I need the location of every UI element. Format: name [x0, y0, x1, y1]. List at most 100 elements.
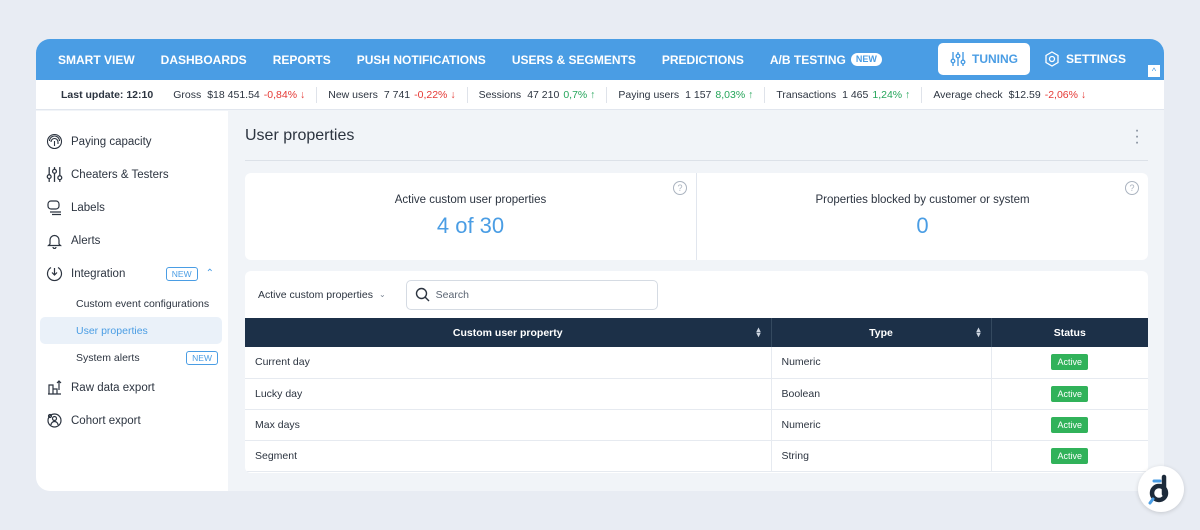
table-row[interactable]: Current day Numeric Active [245, 347, 1148, 379]
table-row[interactable]: Lucky day Boolean Active [245, 378, 1148, 410]
sidebar-subitem-label: User properties [76, 324, 148, 337]
stats-bar: Last update: 12:10 Gross $18 451.54 -0,8… [36, 80, 1164, 110]
properties-filter-dropdown[interactable]: Active custom properties ⌄ [258, 289, 386, 301]
nav-right-group: TUNING SETTINGS [937, 43, 1126, 75]
sidebar-subitem-label: Custom event configurations [76, 297, 210, 310]
stat-label: Average check [933, 88, 1003, 101]
property-cell: Segment [245, 440, 771, 472]
tuning-label: TUNING [971, 52, 1018, 66]
stat-change: -0,84% [263, 88, 298, 101]
sidebar-item-cohort-export[interactable]: Cohort export [36, 404, 228, 437]
new-badge: NEW [165, 266, 198, 281]
properties-table-card: Active custom properties ⌄ Search Custom… [245, 271, 1148, 473]
arrow-down-icon: ↓ [447, 88, 456, 101]
help-icon[interactable]: ? [1125, 181, 1139, 195]
stat-paying-users: Paying users 1 157 8,03% ↑ [618, 86, 766, 103]
stat-gross: Gross $18 451.54 -0,84% ↓ [173, 86, 318, 103]
nav-reports[interactable]: REPORTS [273, 53, 331, 67]
top-navigation: SMART VIEW DASHBOARDS REPORTS PUSH NOTIF… [36, 39, 1164, 80]
type-cell: Numeric [770, 347, 991, 379]
integration-icon [46, 266, 63, 282]
search-icon [415, 287, 430, 302]
collapse-stats-button[interactable]: ^ [1148, 65, 1160, 77]
arrow-up-icon: ↑ [745, 88, 754, 101]
filter-row: Active custom properties ⌄ [245, 271, 1148, 318]
stat-change: -0,22% [414, 88, 448, 101]
sidebar-item-paying-capacity[interactable]: Paying capacity [36, 125, 228, 158]
nav-predictions[interactable]: PREDICTIONS [662, 53, 744, 67]
sidebar-item-label: Cohort export [71, 414, 141, 427]
status-cell: Active [990, 378, 1148, 410]
stat-label: Sessions [478, 88, 522, 101]
cohort-icon [47, 413, 62, 428]
stat-value: 7 741 [383, 88, 411, 101]
table-row[interactable]: Max days Numeric Active [245, 409, 1148, 441]
properties-table: Custom user property ▴▾ Type ▴▾ Status [245, 318, 1148, 472]
nav-dashboards[interactable]: DASHBOARDS [161, 53, 247, 67]
main-content: User properties · · · ? Active custom user… [245, 111, 1148, 491]
settings-button[interactable]: SETTINGS [1044, 51, 1126, 67]
status-badge: Active [1051, 354, 1088, 371]
status-badge: Active [1051, 385, 1088, 402]
brand-logo [1138, 466, 1184, 512]
status-cell: Active [990, 347, 1148, 379]
sidebar-item-alerts[interactable]: Alerts [36, 224, 228, 257]
settings-label: SETTINGS [1065, 52, 1126, 66]
more-options-icon[interactable]: · · · [1134, 123, 1140, 151]
status-badge: Active [1051, 447, 1088, 464]
stat-label: Transactions [776, 88, 837, 101]
dropdown-label: Active custom properties [258, 288, 373, 301]
nav-users-segments[interactable]: USERS & SEGMENTS [512, 53, 636, 67]
card-value: 0 [916, 213, 929, 238]
sidebar-item-labels[interactable]: Labels [36, 191, 228, 224]
arrow-up-icon: ↑ [902, 88, 911, 101]
stat-transactions: Transactions 1 465 1,24% ↑ [776, 86, 923, 103]
stat-value: 47 210 [527, 88, 560, 101]
column-header-type[interactable]: Type ▴ ▾ [770, 318, 991, 347]
table-header-row: Custom user property ▴ ▾ Type ▴ ▾ Status [245, 318, 1148, 347]
nav-push-notifications[interactable]: PUSH NOTIFICATIONS [357, 53, 486, 67]
sidebar-item-label: Raw data export [71, 381, 155, 394]
sidebar-subitem-system-alerts[interactable]: System alerts NEW [40, 344, 222, 371]
summary-cards: ? Active custom user properties 4 of 30 … [245, 173, 1148, 260]
help-icon[interactable]: ? [673, 181, 687, 195]
stat-average-check: Average check $12.59 -2,06% ↓ [933, 87, 1097, 103]
search-input[interactable] [435, 288, 636, 301]
sidebar-item-integration[interactable]: Integration NEW ⌃ [36, 257, 228, 290]
page-header: User properties · · · [245, 111, 1148, 161]
stat-value: $12.59 [1008, 88, 1041, 101]
sidebar-item-raw-data-export[interactable]: Raw data export [36, 371, 228, 404]
sidebar-item-label: Alerts [71, 234, 101, 247]
column-header-property[interactable]: Custom user property ▴ ▾ [245, 318, 771, 347]
sidebar-item-cheaters-testers[interactable]: Cheaters & Testers [36, 158, 228, 191]
chevron-down-icon: ⌄ [378, 290, 386, 299]
table-row[interactable]: Segment String Active [245, 440, 1148, 472]
sidebar-item-label: Labels [71, 201, 105, 214]
status-cell: Active [990, 409, 1148, 441]
sidebar-subitem-user-properties[interactable]: User properties [40, 317, 222, 344]
sidebar-item-label: Integration [71, 267, 126, 280]
search-box[interactable] [405, 279, 658, 310]
sidebar-subitem-custom-event-configurations[interactable]: Custom event configurations [40, 290, 222, 317]
sidebar-item-label: Paying capacity [71, 135, 152, 148]
new-badge: NEW [186, 350, 218, 365]
stat-change: 1,24% [872, 88, 903, 101]
sort-icon[interactable]: ▴ ▾ [756, 326, 760, 339]
nav-smart-view[interactable]: SMART VIEW [58, 53, 135, 67]
property-cell: Max days [245, 409, 771, 441]
type-cell: Boolean [770, 378, 991, 410]
chevron-up-icon[interactable]: ⌃ [206, 268, 214, 279]
stat-change: -2,06% [1044, 88, 1078, 101]
nav-ab-testing[interactable]: A/B TESTING NEW [770, 53, 882, 67]
status-badge: Active [1051, 416, 1088, 433]
sort-icon[interactable]: ▴ ▾ [976, 326, 980, 339]
app-window: SMART VIEW DASHBOARDS REPORTS PUSH NOTIF… [36, 39, 1164, 491]
sidebar: Paying capacity Cheaters & Testers Label… [36, 111, 228, 491]
arrow-down-icon: ↓ [297, 88, 306, 101]
stat-new-users: New users 7 741 -0,22% ↓ [328, 86, 468, 103]
tuning-button[interactable]: TUNING [937, 43, 1030, 75]
arrow-down-icon: ↓ [1077, 88, 1087, 101]
stat-change: 0,7% [563, 88, 588, 101]
active-properties-card: ? Active custom user properties 4 of 30 [245, 173, 696, 260]
card-label: Properties blocked by customer or system [815, 194, 1030, 206]
